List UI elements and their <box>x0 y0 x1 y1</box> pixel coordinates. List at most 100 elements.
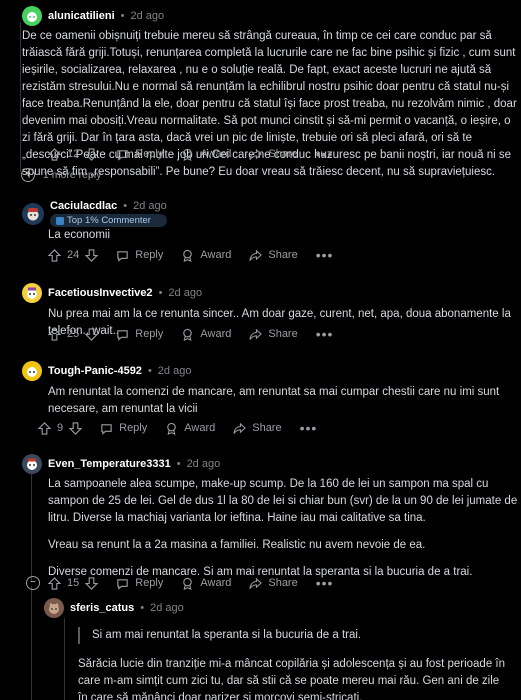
comment-header: alunicatilieni • 2d ago <box>22 6 164 26</box>
vote-group: 24 <box>48 248 99 262</box>
share-icon <box>249 328 263 340</box>
downvote-icon[interactable] <box>85 576 99 590</box>
reply-icon <box>117 329 128 341</box>
comment-age: 2d ago <box>130 10 165 22</box>
award-icon <box>183 328 193 341</box>
comment-paragraph: La sampoanele alea scumpe, make-up scump… <box>48 478 518 524</box>
comment-age: 2d ago <box>168 287 203 299</box>
reply-label: Reply <box>135 148 164 160</box>
award-label: Award <box>184 422 216 434</box>
share-button[interactable]: Share <box>249 577 298 590</box>
comment-header: Tough-Panic-4592 • 2d ago <box>22 361 191 381</box>
thread-line <box>20 22 21 172</box>
share-button[interactable]: Share <box>249 249 298 262</box>
reply-icon <box>117 149 128 161</box>
award-icon <box>167 422 177 435</box>
upvote-icon[interactable] <box>48 147 61 161</box>
award-button[interactable]: Award <box>181 249 231 262</box>
avatar[interactable] <box>44 598 64 618</box>
avatar[interactable] <box>22 454 42 474</box>
more-options-icon[interactable]: ••• <box>300 420 318 436</box>
more-options-icon[interactable]: ••• <box>316 575 334 591</box>
share-label: Share <box>268 577 298 589</box>
upvote-icon[interactable] <box>48 248 61 262</box>
comment-actions: 24 Reply Award Share ••• <box>48 245 333 265</box>
share-label: Share <box>252 422 282 434</box>
collapse-thread-button[interactable]: − <box>26 576 40 590</box>
reply-button[interactable]: Reply <box>116 328 163 341</box>
comment-age: 2d ago <box>186 458 221 470</box>
downvote-icon[interactable] <box>85 248 99 262</box>
downvote-icon[interactable] <box>85 327 99 341</box>
comment-header: sferis_catus • 2d ago <box>44 598 184 618</box>
award-label: Award <box>200 249 232 261</box>
award-icon <box>183 577 193 590</box>
award-button[interactable]: Award <box>181 577 231 590</box>
share-button[interactable]: Share <box>233 422 282 435</box>
snoo-avatar-icon <box>27 207 39 220</box>
share-label: Share <box>268 148 298 160</box>
username[interactable]: FacetiousInvective2 <box>48 287 153 299</box>
vote-count: 12 <box>67 148 80 160</box>
share-icon <box>249 577 263 589</box>
avatar[interactable] <box>22 6 42 26</box>
quoted-text: Si am mai renuntat la speranta si la buc… <box>78 627 508 644</box>
separator-dot: • <box>120 10 125 22</box>
upvote-icon[interactable] <box>48 327 61 341</box>
comment-header: Caciulacdlac • 2d ago Top 1% Commenter <box>22 200 167 227</box>
comment-actions: 9 Reply Award Share ••• <box>38 418 317 438</box>
upvote-icon[interactable] <box>48 576 61 590</box>
more-options-icon[interactable]: ••• <box>316 146 334 162</box>
more-replies-label: 1 more reply <box>43 169 102 181</box>
username[interactable]: Tough-Panic-4592 <box>48 365 142 377</box>
comment-header: FacetiousInvective2 • 2d ago <box>22 283 202 303</box>
vote-group: 9 <box>38 421 83 435</box>
reply-button[interactable]: Reply <box>116 577 163 590</box>
award-button[interactable]: Award <box>165 422 215 435</box>
thread-line <box>64 618 65 700</box>
avatar[interactable] <box>22 202 44 225</box>
avatar[interactable] <box>22 361 42 381</box>
username[interactable]: sferis_catus <box>70 602 134 614</box>
more-replies-button[interactable]: + 1 more reply <box>21 168 101 182</box>
separator-dot: • <box>158 287 163 299</box>
comment-body: Si am mai renuntat la speranta si la buc… <box>78 627 508 700</box>
vote-count: 25 <box>67 328 80 340</box>
collapse-minus-icon: − <box>26 576 40 590</box>
more-options-icon[interactable]: ••• <box>316 247 334 263</box>
upvote-icon[interactable] <box>38 421 51 435</box>
award-button[interactable]: Award <box>181 328 231 341</box>
comment-age: 2d ago <box>150 602 184 614</box>
username[interactable]: Caciulacdlac <box>50 200 117 212</box>
username[interactable]: Even_Temperature3331 <box>48 458 171 470</box>
vote-group: 15 <box>48 576 99 590</box>
reply-button[interactable]: Reply <box>116 148 163 161</box>
username[interactable]: alunicatilieni <box>48 10 115 22</box>
comment-paragraph: Vreau sa renunt la a 2a masina a familie… <box>48 539 426 551</box>
downvote-icon[interactable] <box>69 421 83 435</box>
reply-icon <box>101 423 112 435</box>
award-label: Award <box>200 577 232 589</box>
share-icon <box>249 249 263 261</box>
comment-age: 2d ago <box>157 365 192 377</box>
snoo-avatar-icon <box>27 367 37 377</box>
separator-dot: • <box>176 458 181 470</box>
thread-line <box>31 586 32 700</box>
more-options-icon[interactable]: ••• <box>316 326 334 342</box>
share-button[interactable]: Share <box>249 328 298 341</box>
badge-icon <box>56 216 64 225</box>
separator-dot: • <box>123 200 128 212</box>
comment-actions: 25 Reply Award Share ••• <box>48 324 333 344</box>
reply-label: Reply <box>119 422 148 434</box>
award-button[interactable]: Award <box>181 148 231 161</box>
reply-button[interactable]: Reply <box>116 249 163 262</box>
vote-count: 15 <box>67 577 80 589</box>
share-label: Share <box>268 249 298 261</box>
reply-icon <box>117 578 128 590</box>
reply-button[interactable]: Reply <box>100 422 147 435</box>
reply-label: Reply <box>135 577 164 589</box>
downvote-icon[interactable] <box>85 147 99 161</box>
share-button[interactable]: Share <box>249 148 298 161</box>
reply-icon <box>117 250 128 262</box>
avatar[interactable] <box>22 283 42 303</box>
